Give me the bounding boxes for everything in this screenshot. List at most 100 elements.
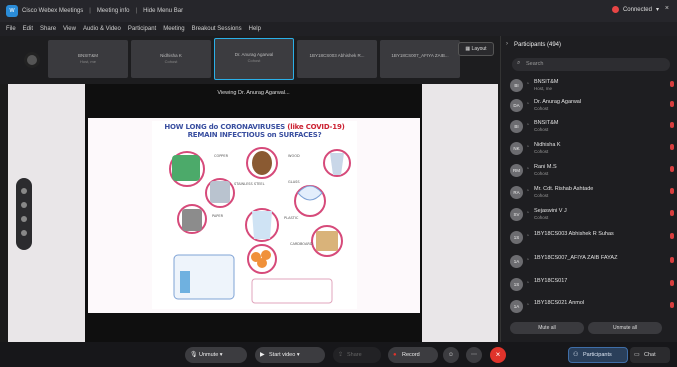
end-meeting-button[interactable]: × bbox=[490, 347, 506, 363]
participant-row[interactable]: RA ◔ Mr. Cdt. Rishab Ashtade Cohost bbox=[510, 183, 675, 205]
reactions-button[interactable]: ☺ bbox=[443, 347, 459, 363]
mic-muted-icon[interactable] bbox=[670, 81, 674, 87]
mic-muted-icon[interactable] bbox=[670, 166, 674, 172]
participant-row[interactable]: 1A ◔ 1BY18CS021 Anmol bbox=[510, 297, 675, 319]
zoom-out-icon[interactable] bbox=[21, 230, 27, 236]
pointer-icon[interactable] bbox=[21, 188, 27, 194]
infographic-slide: COPPER WOOD GLASS STAINLESS STEEL PAPER … bbox=[152, 121, 357, 309]
audio-connection-icon: ◔ bbox=[526, 302, 530, 308]
mute-all-button[interactable]: Mute all bbox=[510, 322, 584, 334]
avatar: 1A bbox=[510, 255, 523, 268]
avatar: NK bbox=[510, 142, 523, 155]
more-icon: ⋯ bbox=[471, 352, 477, 358]
participant-row[interactable]: DA ◔ Dr. Anurag Agarwal Cohost bbox=[510, 96, 675, 118]
mic-muted-icon[interactable] bbox=[670, 210, 674, 216]
start-video-button[interactable]: ▶ Start video ▾ bbox=[255, 347, 325, 363]
audio-connection-icon: ◔ bbox=[526, 122, 530, 128]
participant-role: Cohost bbox=[534, 171, 549, 176]
mic-muted-icon[interactable] bbox=[670, 188, 674, 194]
mic-muted-icon[interactable] bbox=[670, 144, 674, 150]
participant-row[interactable]: BI ◔ BNSIT&M Host, me bbox=[510, 76, 675, 98]
video-tile[interactable]: 1BY18CS007_AFIYA ZAIB... bbox=[380, 40, 460, 78]
participant-row[interactable]: BI ◔ BNSIT&M Cohost bbox=[510, 117, 675, 139]
layout-button[interactable]: ▦ Layout bbox=[458, 42, 494, 56]
avatar: BI bbox=[510, 120, 523, 133]
avatar: BI bbox=[510, 79, 523, 92]
tile-name: 1BY18CS007_AFIYA ZAIB... bbox=[391, 53, 449, 58]
meeting-info-link[interactable]: Meeting info bbox=[97, 8, 130, 14]
audio-connection-icon: ◔ bbox=[526, 280, 530, 286]
mic-muted-icon[interactable] bbox=[670, 257, 674, 263]
chat-tab-button[interactable]: ▭ Chat bbox=[630, 347, 670, 363]
share-button[interactable]: ⇪ Share bbox=[333, 347, 381, 363]
connection-label: Connected bbox=[622, 6, 652, 13]
unmute-label: Unmute bbox=[199, 352, 219, 358]
audio-connection-icon: ◔ bbox=[526, 81, 530, 87]
participant-search-input[interactable]: ⌕ Search bbox=[512, 58, 670, 71]
menu-help[interactable]: Help bbox=[249, 26, 261, 32]
close-icon[interactable]: × bbox=[665, 5, 669, 12]
start-video-label: Start video bbox=[269, 352, 296, 358]
avatar: 1A bbox=[510, 300, 523, 313]
audio-connection-icon: ◔ bbox=[526, 166, 530, 172]
unmute-all-button[interactable]: Unmute all bbox=[588, 322, 662, 334]
participant-name: Nidhisha K bbox=[534, 142, 561, 148]
more-options-button[interactable]: ⋯ bbox=[466, 347, 482, 363]
hide-menu-bar-button[interactable]: Hide Menu Bar bbox=[143, 8, 183, 14]
svg-text:GLASS: GLASS bbox=[288, 180, 300, 184]
record-button[interactable]: ● Record bbox=[388, 347, 438, 363]
chevron-down-icon[interactable]: ▾ bbox=[220, 352, 223, 358]
menu-share[interactable]: Share bbox=[40, 26, 56, 32]
video-tile[interactable]: 1BY18CS003 Abhishek R... bbox=[297, 40, 377, 78]
participant-name: Mr. Cdt. Rishab Ashtade bbox=[534, 186, 594, 192]
mic-muted-icon[interactable] bbox=[670, 101, 674, 107]
menu-audio-video[interactable]: Audio & Video bbox=[83, 26, 121, 32]
mic-muted-icon[interactable] bbox=[670, 280, 674, 286]
menu-bar: File Edit Share View Audio & Video Parti… bbox=[0, 22, 677, 36]
audio-connection-icon: ◔ bbox=[526, 257, 530, 263]
participant-role: Host, me bbox=[534, 86, 553, 91]
self-view-avatar[interactable] bbox=[24, 52, 40, 68]
mic-muted-icon[interactable] bbox=[670, 233, 674, 239]
menu-participant[interactable]: Participant bbox=[128, 26, 156, 32]
search-icon: ⌕ bbox=[517, 60, 521, 66]
participant-name: 1BY18CS003 Abhishek R Suhas bbox=[534, 231, 614, 237]
participant-row[interactable]: 1S ◔ 1BY18CS003 Abhishek R Suhas bbox=[510, 228, 675, 250]
smiley-icon: ☺ bbox=[447, 352, 455, 358]
participant-name: 1BY18CS017 bbox=[534, 278, 568, 284]
participant-name: 1BY18CS021 Anmol bbox=[534, 300, 585, 306]
participant-row[interactable]: 1A ◔ 1BY18CS007_AFIYA ZAIB FAYAZ bbox=[510, 252, 675, 274]
video-camera-icon: ▶ bbox=[260, 352, 265, 358]
menu-breakout-sessions[interactable]: Breakout Sessions bbox=[192, 26, 242, 32]
participant-row[interactable]: NK ◔ Nidhisha K Cohost bbox=[510, 139, 675, 161]
mic-muted-icon[interactable] bbox=[670, 302, 674, 308]
participant-row[interactable]: RM ◔ Rani M.S Cohost bbox=[510, 161, 675, 183]
menu-meeting[interactable]: Meeting bbox=[163, 26, 184, 32]
connection-status[interactable]: Connected ▾ bbox=[611, 6, 659, 13]
menu-file[interactable]: File bbox=[6, 26, 16, 32]
unmute-button[interactable]: 🎙 Unmute ▾ bbox=[185, 347, 247, 363]
mic-muted-icon[interactable] bbox=[670, 122, 674, 128]
menu-edit[interactable]: Edit bbox=[23, 26, 33, 32]
collapse-chevron-icon[interactable]: › bbox=[506, 41, 508, 47]
participant-role: Cohost bbox=[534, 106, 549, 111]
svg-text:PAPER: PAPER bbox=[212, 214, 224, 218]
chevron-down-icon[interactable]: ▾ bbox=[297, 352, 300, 358]
participant-row[interactable]: SV ◔ Sejaswini V J Cohost bbox=[510, 205, 675, 227]
avatar: 1S bbox=[510, 231, 523, 244]
zoom-in-icon[interactable] bbox=[21, 216, 27, 222]
share-screen-icon: ⇪ bbox=[338, 352, 344, 358]
menu-view[interactable]: View bbox=[63, 26, 76, 32]
pen-icon[interactable] bbox=[21, 202, 27, 208]
svg-text:CARDBOARD: CARDBOARD bbox=[290, 242, 313, 246]
avatar: DA bbox=[510, 99, 523, 112]
svg-text:PLASTIC: PLASTIC bbox=[284, 216, 299, 220]
video-tile[interactable]: BNSIT&M Host, me bbox=[48, 40, 128, 78]
video-tile-active-speaker[interactable]: Dr. Anurag Agarwal Cohost bbox=[214, 38, 294, 80]
participants-panel-title: Participants (494) bbox=[514, 42, 562, 48]
annotation-toolbar[interactable] bbox=[16, 178, 32, 250]
tile-name: 1BY18CS003 Abhishek R... bbox=[309, 53, 365, 58]
participant-row[interactable]: 1S ◔ 1BY18CS017 bbox=[510, 275, 675, 297]
video-tile[interactable]: Nidhisha K Cohost bbox=[131, 40, 211, 78]
participants-tab-button[interactable]: ⚇ Participants bbox=[568, 347, 628, 363]
